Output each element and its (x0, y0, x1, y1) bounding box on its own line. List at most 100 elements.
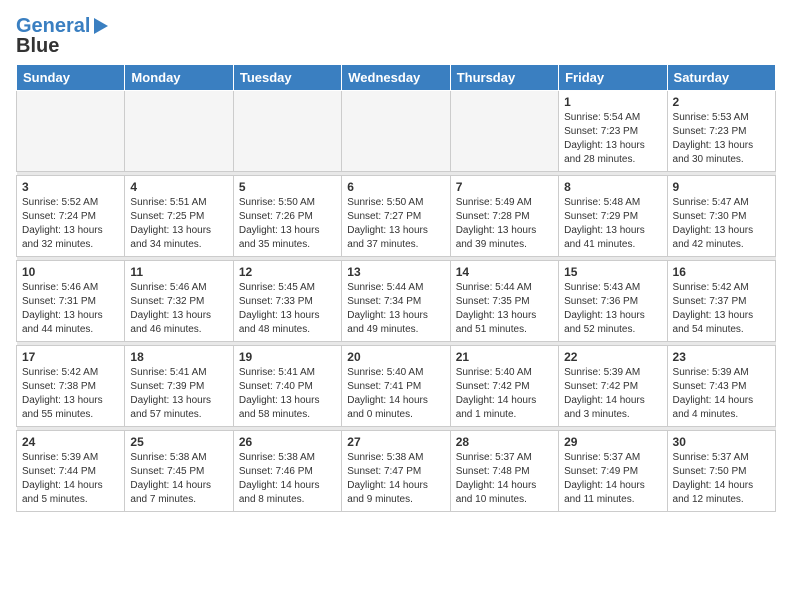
day-number: 10 (22, 265, 119, 279)
calendar-cell: 27 Sunrise: 5:38 AMSunset: 7:47 PMDayligh… (342, 431, 450, 512)
day-info: Sunrise: 5:40 AMSunset: 7:42 PMDaylight:… (456, 366, 553, 422)
day-info: Sunrise: 5:41 AMSunset: 7:40 PMDaylight:… (239, 366, 336, 422)
calendar-cell: 29 Sunrise: 5:37 AMSunset: 7:49 PMDayligh… (559, 431, 667, 512)
calendar-cell: 13 Sunrise: 5:44 AMSunset: 7:34 PMDayligh… (342, 261, 450, 342)
day-info: Sunrise: 5:42 AMSunset: 7:37 PMDaylight:… (673, 281, 770, 337)
day-number: 17 (22, 350, 119, 364)
day-info: Sunrise: 5:42 AMSunset: 7:38 PMDaylight:… (22, 366, 119, 422)
day-number: 21 (456, 350, 553, 364)
day-number: 6 (347, 180, 444, 194)
calendar-cell: 1 Sunrise: 5:54 AMSunset: 7:23 PMDaylight… (559, 91, 667, 172)
calendar-cell: 25 Sunrise: 5:38 AMSunset: 7:45 PMDayligh… (125, 431, 233, 512)
day-number: 15 (564, 265, 661, 279)
calendar-cell: 15 Sunrise: 5:43 AMSunset: 7:36 PMDayligh… (559, 261, 667, 342)
logo-blue-text: Blue (16, 36, 59, 56)
day-info: Sunrise: 5:39 AMSunset: 7:42 PMDaylight:… (564, 366, 661, 422)
calendar-cell: 18 Sunrise: 5:41 AMSunset: 7:39 PMDayligh… (125, 346, 233, 427)
calendar-cell: 2Sunrise: 5:53 AMSunset: 7:23 PMDaylight… (667, 91, 775, 172)
calendar-cell: 3 Sunrise: 5:52 AMSunset: 7:24 PMDaylight… (17, 176, 125, 257)
calendar-cell: 17 Sunrise: 5:42 AMSunset: 7:38 PMDayligh… (17, 346, 125, 427)
day-info: Sunrise: 5:38 AMSunset: 7:45 PMDaylight:… (130, 451, 227, 507)
logo: General Blue (16, 16, 108, 56)
day-number: 4 (130, 180, 227, 194)
calendar-cell: 24 Sunrise: 5:39 AMSunset: 7:44 PMDayligh… (17, 431, 125, 512)
day-number: 12 (239, 265, 336, 279)
day-number: 27 (347, 435, 444, 449)
calendar-cell: 6 Sunrise: 5:50 AMSunset: 7:27 PMDaylight… (342, 176, 450, 257)
logo-general-text: General (16, 16, 90, 36)
day-number: 24 (22, 435, 119, 449)
day-number: 13 (347, 265, 444, 279)
day-info: Sunrise: 5:37 AMSunset: 7:49 PMDaylight:… (564, 451, 661, 507)
col-header-tuesday: Tuesday (233, 65, 341, 91)
calendar-cell: 20Sunrise: 5:40 AMSunset: 7:41 PMDayligh… (342, 346, 450, 427)
day-number: 11 (130, 265, 227, 279)
day-info: Sunrise: 5:48 AMSunset: 7:29 PMDaylight:… (564, 196, 661, 252)
calendar-cell: 9Sunrise: 5:47 AMSunset: 7:30 PMDaylight… (667, 176, 775, 257)
day-number: 1 (564, 95, 661, 109)
calendar-cell (342, 91, 450, 172)
day-info: Sunrise: 5:54 AMSunset: 7:23 PMDaylight:… (564, 111, 661, 167)
logo-arrow-icon (94, 18, 108, 34)
day-number: 2 (673, 95, 770, 109)
calendar-week-row: 17 Sunrise: 5:42 AMSunset: 7:38 PMDayligh… (17, 346, 776, 427)
calendar-cell: 23 Sunrise: 5:39 AMSunset: 7:43 PMDayligh… (667, 346, 775, 427)
calendar-week-row: 24 Sunrise: 5:39 AMSunset: 7:44 PMDayligh… (17, 431, 776, 512)
col-header-sunday: Sunday (17, 65, 125, 91)
day-number: 28 (456, 435, 553, 449)
calendar-cell: 7 Sunrise: 5:49 AMSunset: 7:28 PMDaylight… (450, 176, 558, 257)
day-info: Sunrise: 5:38 AMSunset: 7:47 PMDaylight:… (347, 451, 444, 507)
col-header-monday: Monday (125, 65, 233, 91)
day-info: Sunrise: 5:40 AMSunset: 7:41 PMDaylight:… (347, 366, 444, 422)
calendar-cell: 19 Sunrise: 5:41 AMSunset: 7:40 PMDayligh… (233, 346, 341, 427)
calendar-cell (17, 91, 125, 172)
calendar-week-row: 1 Sunrise: 5:54 AMSunset: 7:23 PMDaylight… (17, 91, 776, 172)
day-info: Sunrise: 5:44 AMSunset: 7:35 PMDaylight:… (456, 281, 553, 337)
day-info: Sunrise: 5:46 AMSunset: 7:31 PMDaylight:… (22, 281, 119, 337)
day-info: Sunrise: 5:44 AMSunset: 7:34 PMDaylight:… (347, 281, 444, 337)
day-info: Sunrise: 5:45 AMSunset: 7:33 PMDaylight:… (239, 281, 336, 337)
page-header: General Blue (16, 16, 776, 56)
calendar-header-row: SundayMondayTuesdayWednesdayThursdayFrid… (17, 65, 776, 91)
calendar-cell: 28Sunrise: 5:37 AMSunset: 7:48 PMDayligh… (450, 431, 558, 512)
calendar-week-row: 10 Sunrise: 5:46 AMSunset: 7:31 PMDayligh… (17, 261, 776, 342)
day-number: 14 (456, 265, 553, 279)
day-number: 16 (673, 265, 770, 279)
calendar-week-row: 3 Sunrise: 5:52 AMSunset: 7:24 PMDaylight… (17, 176, 776, 257)
calendar-cell: 8 Sunrise: 5:48 AMSunset: 7:29 PMDaylight… (559, 176, 667, 257)
calendar-cell: 4 Sunrise: 5:51 AMSunset: 7:25 PMDaylight… (125, 176, 233, 257)
day-number: 26 (239, 435, 336, 449)
day-number: 7 (456, 180, 553, 194)
day-number: 8 (564, 180, 661, 194)
calendar-cell: 5Sunrise: 5:50 AMSunset: 7:26 PMDaylight… (233, 176, 341, 257)
day-info: Sunrise: 5:49 AMSunset: 7:28 PMDaylight:… (456, 196, 553, 252)
calendar-cell (233, 91, 341, 172)
day-info: Sunrise: 5:46 AMSunset: 7:32 PMDaylight:… (130, 281, 227, 337)
day-number: 22 (564, 350, 661, 364)
day-number: 3 (22, 180, 119, 194)
day-info: Sunrise: 5:47 AMSunset: 7:30 PMDaylight:… (673, 196, 770, 252)
day-number: 25 (130, 435, 227, 449)
col-header-wednesday: Wednesday (342, 65, 450, 91)
day-number: 23 (673, 350, 770, 364)
day-number: 18 (130, 350, 227, 364)
day-info: Sunrise: 5:50 AMSunset: 7:27 PMDaylight:… (347, 196, 444, 252)
calendar-cell: 30Sunrise: 5:37 AMSunset: 7:50 PMDayligh… (667, 431, 775, 512)
day-number: 29 (564, 435, 661, 449)
calendar-cell: 26 Sunrise: 5:38 AMSunset: 7:46 PMDayligh… (233, 431, 341, 512)
day-info: Sunrise: 5:41 AMSunset: 7:39 PMDaylight:… (130, 366, 227, 422)
day-info: Sunrise: 5:51 AMSunset: 7:25 PMDaylight:… (130, 196, 227, 252)
calendar-cell: 21 Sunrise: 5:40 AMSunset: 7:42 PMDayligh… (450, 346, 558, 427)
day-info: Sunrise: 5:39 AMSunset: 7:43 PMDaylight:… (673, 366, 770, 422)
col-header-saturday: Saturday (667, 65, 775, 91)
calendar-cell: 14 Sunrise: 5:44 AMSunset: 7:35 PMDayligh… (450, 261, 558, 342)
day-info: Sunrise: 5:43 AMSunset: 7:36 PMDaylight:… (564, 281, 661, 337)
day-info: Sunrise: 5:39 AMSunset: 7:44 PMDaylight:… (22, 451, 119, 507)
day-info: Sunrise: 5:38 AMSunset: 7:46 PMDaylight:… (239, 451, 336, 507)
calendar-cell: 22 Sunrise: 5:39 AMSunset: 7:42 PMDayligh… (559, 346, 667, 427)
day-info: Sunrise: 5:52 AMSunset: 7:24 PMDaylight:… (22, 196, 119, 252)
day-number: 19 (239, 350, 336, 364)
calendar-cell (125, 91, 233, 172)
day-number: 5 (239, 180, 336, 194)
col-header-friday: Friday (559, 65, 667, 91)
